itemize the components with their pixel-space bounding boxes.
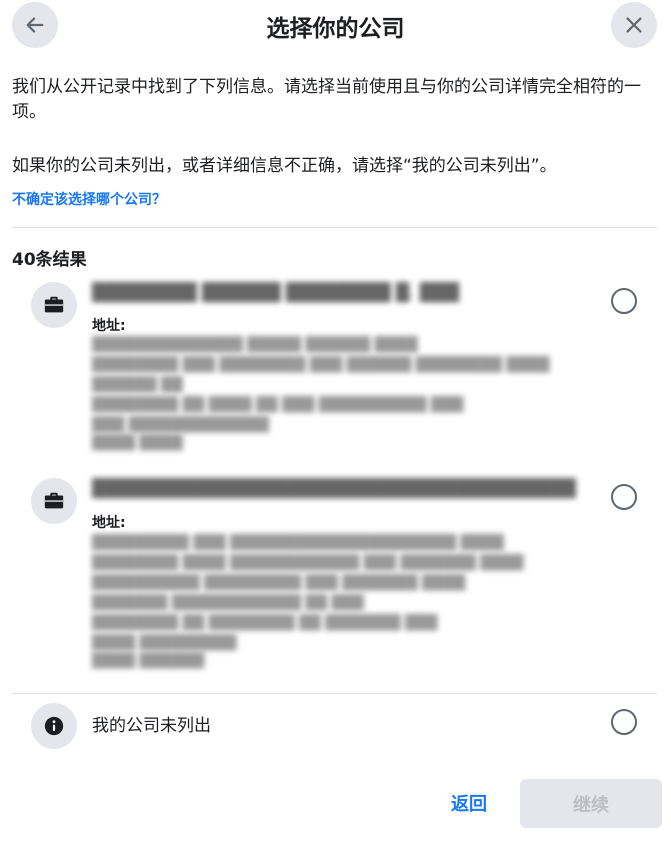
address-line: ████████ ██ ████ ██ ███ ██████████ ███ (92, 397, 464, 413)
address-line: █████████ ███ █████████████████████ ████ (92, 535, 504, 551)
back-button[interactable]: 返回 (451, 790, 487, 816)
results-count: 40条结果 (12, 250, 87, 270)
address-line: ████ ██████ (92, 653, 205, 669)
intro-description: 我们从公开记录中找到了下列信息。请选择当前使用且与你的公司详情完全相符的一项。 (12, 77, 641, 122)
divider (12, 227, 657, 228)
address-line: ████ ████ (92, 435, 183, 451)
not-listed-label: 我的公司未列出 (92, 716, 211, 736)
address-line: ████████ ████ ████████████ ███ ███████ █… (92, 555, 524, 571)
address-line: ██████████████ █████ ██████ ████ (92, 337, 418, 353)
briefcase-icon (44, 492, 64, 509)
address-line: ██████ ██ (92, 377, 183, 393)
briefcase-icon (44, 296, 64, 313)
info-icon-container (31, 703, 77, 749)
dialog-title: 选择你的公司 (266, 16, 405, 42)
address-line: ██████████ █████████ ███ ███████ ████ (92, 575, 466, 591)
not-listed-radio[interactable] (611, 709, 637, 735)
company-icon-container (31, 478, 77, 524)
help-link[interactable]: 不确定该选择哪个公司？ (12, 189, 166, 209)
company-name: █████████████████████████████████████ (92, 479, 576, 499)
divider (12, 693, 657, 694)
close-button[interactable] (611, 2, 657, 48)
address-line: ███████ ████████████ ██ ███ (92, 595, 364, 611)
address-line: ███ █████████████ (92, 417, 269, 433)
continue-button[interactable]: 继续 (520, 779, 662, 828)
address-label: 地址: (92, 515, 126, 531)
company-icon-container (31, 282, 77, 328)
dialog-header: 选择你的公司 (0, 0, 671, 56)
company-name: ████████ ██████ ████████ █. ███ (92, 283, 459, 303)
address-line: ████████ ███ ████████ ███ ██████ ███████… (92, 357, 550, 373)
close-icon (626, 17, 642, 33)
address-line: ████████ ██ ████████ ██ ███████ ███ (92, 615, 438, 631)
result-radio[interactable] (611, 288, 637, 314)
address-line: ████ █████████ (92, 635, 237, 651)
result-radio[interactable] (611, 484, 637, 510)
intro-instruction: 如果你的公司未列出，或者详细信息不正确，请选择“我的公司未列出”。 (12, 156, 557, 176)
address-label: 地址: (92, 318, 126, 334)
info-icon (44, 716, 64, 736)
